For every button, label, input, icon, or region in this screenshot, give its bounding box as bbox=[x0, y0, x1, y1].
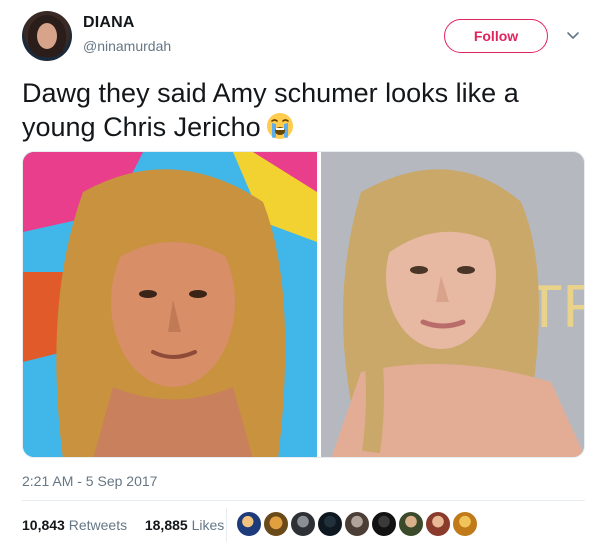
liker-avatar[interactable] bbox=[235, 510, 263, 538]
liker-avatars bbox=[235, 510, 479, 538]
liker-avatar[interactable] bbox=[343, 510, 371, 538]
tweet-stats: 10,843 Retweets 18,885 Likes bbox=[22, 517, 224, 533]
loudly-crying-face-icon bbox=[266, 113, 293, 139]
liker-avatar[interactable] bbox=[262, 510, 290, 538]
liker-avatar[interactable] bbox=[451, 510, 479, 538]
author-handle[interactable]: @ninamurdah bbox=[83, 38, 171, 54]
tweet-card: DIANA @ninamurdah Follow Dawg they said … bbox=[0, 0, 616, 543]
author-avatar[interactable] bbox=[22, 11, 72, 61]
tweet-timestamp[interactable]: 2:21 AM - 5 Sep 2017 bbox=[22, 473, 157, 489]
author-display-name[interactable]: DIANA bbox=[83, 14, 135, 32]
follow-button[interactable]: Follow bbox=[444, 19, 548, 53]
stats-divider bbox=[226, 508, 227, 542]
liker-avatar[interactable] bbox=[289, 510, 317, 538]
retweets-count[interactable]: 10,843 bbox=[22, 517, 65, 533]
likes-label[interactable]: Likes bbox=[192, 517, 225, 533]
retweets-label[interactable]: Retweets bbox=[69, 517, 127, 533]
avatar-face bbox=[37, 23, 57, 49]
separator bbox=[22, 500, 585, 501]
likes-count[interactable]: 18,885 bbox=[145, 517, 188, 533]
liker-avatar[interactable] bbox=[397, 510, 425, 538]
photo-chris-jericho[interactable] bbox=[23, 152, 317, 458]
tweet-media[interactable]: TR bbox=[22, 151, 585, 458]
liker-avatar[interactable] bbox=[316, 510, 344, 538]
chevron-down-icon[interactable] bbox=[566, 28, 580, 42]
tweet-text: Dawg they said Amy schumer looks like a … bbox=[22, 76, 592, 144]
photo-amy-schumer[interactable]: TR bbox=[321, 152, 585, 458]
liker-avatar[interactable] bbox=[424, 510, 452, 538]
liker-avatar[interactable] bbox=[370, 510, 398, 538]
